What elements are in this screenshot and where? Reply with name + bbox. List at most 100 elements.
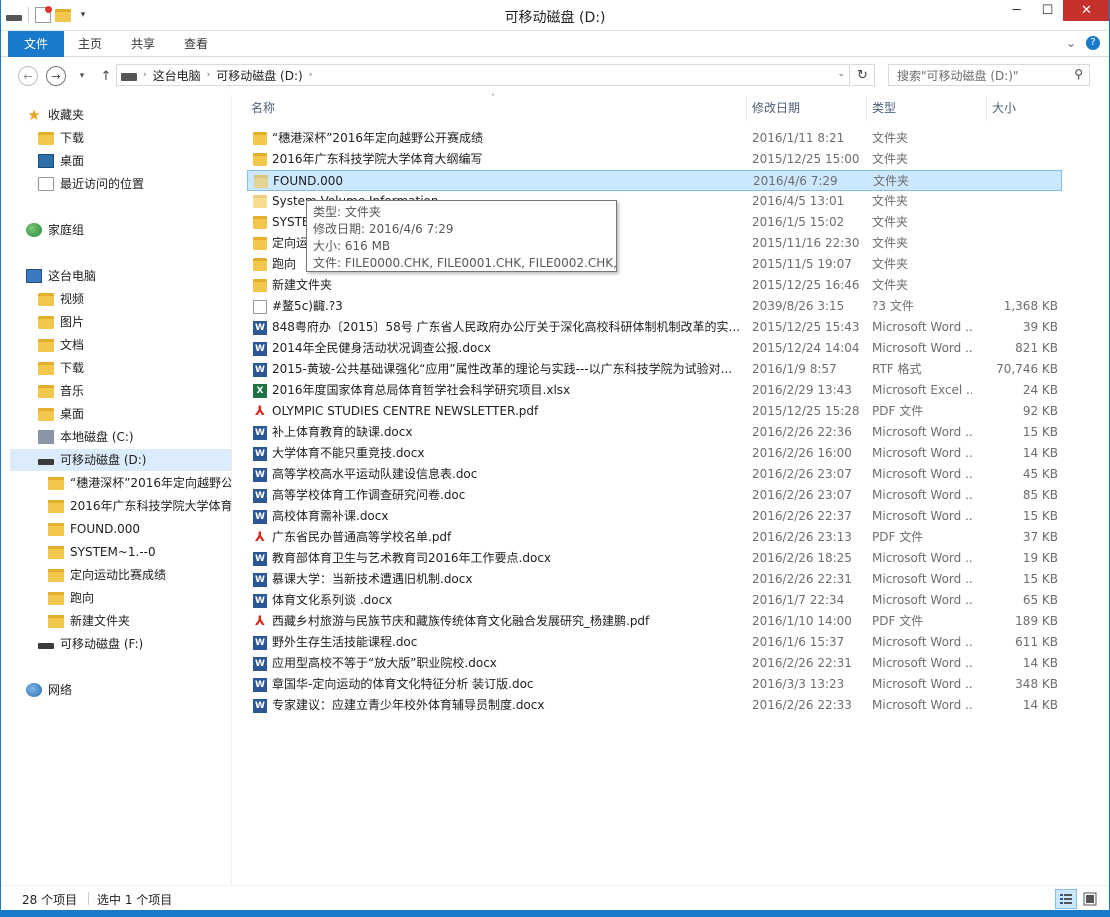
- status-bar: 28 个项目 选中 1 个项目: [0, 885, 1110, 910]
- up-button[interactable]: ↑: [96, 66, 116, 86]
- customize-qat-icon[interactable]: ▾: [75, 7, 91, 23]
- nav-pc-music[interactable]: 音乐: [38, 380, 84, 402]
- word-doc-icon: W: [253, 678, 267, 692]
- column-divider[interactable]: [866, 97, 867, 121]
- nav-pc-desktop[interactable]: 桌面: [38, 403, 84, 425]
- search-icon[interactable]: ⚲: [1074, 67, 1083, 81]
- tab-file[interactable]: 文件: [8, 31, 64, 57]
- file-row[interactable]: W 2015-黄玻-公共基础课强化“应用”属性改革的理论与实践---以广东科技学院…: [247, 359, 1062, 380]
- nav-d-child[interactable]: 定向运动比赛成绩: [48, 564, 231, 586]
- nav-d-child[interactable]: 跑向: [48, 587, 231, 609]
- nav-homegroup[interactable]: 家庭组: [26, 219, 84, 241]
- file-type: Microsoft Word ...: [872, 572, 972, 586]
- expand-ribbon-icon[interactable]: ⌄: [1066, 36, 1076, 50]
- file-row[interactable]: W 高等学校体育工作调查研究问卷.doc 2016/2/26 23:07 Micros…: [247, 485, 1062, 506]
- recent-locations-icon[interactable]: ▾: [72, 66, 92, 86]
- column-header-type[interactable]: 类型: [872, 95, 896, 121]
- nav-removable-d[interactable]: 可移动磁盘 (D:): [10, 449, 231, 471]
- properties-icon[interactable]: [35, 6, 52, 23]
- file-size: 15 KB: [1022, 572, 1058, 586]
- file-row[interactable]: ⅄ OLYMPIC STUDIES CENTRE NEWSLETTER.pdf 20…: [247, 401, 1062, 422]
- nav-d-child[interactable]: 2016年广东科技学院大学体育大纲编写: [48, 495, 231, 517]
- chevron-right-icon[interactable]: ›: [309, 70, 313, 80]
- tab-share[interactable]: 共享: [117, 31, 169, 57]
- file-row[interactable]: W 章国华-定向运动的体育文化特征分析 装订版.doc 2016/3/3 13:23…: [247, 674, 1062, 695]
- back-button[interactable]: ←: [18, 66, 38, 86]
- recent-places-icon: [38, 177, 54, 191]
- breadcrumb-this-pc[interactable]: 这台电脑: [147, 67, 207, 84]
- file-row[interactable]: W 补上体育教育的缺课.docx 2016/2/26 22:36 Microsoft …: [247, 422, 1062, 443]
- maximize-button[interactable]: ☐: [1032, 0, 1063, 21]
- forward-button[interactable]: →: [46, 66, 66, 86]
- nav-this-pc[interactable]: 这台电脑: [26, 265, 96, 287]
- homegroup-icon: [26, 223, 42, 237]
- nav-pc-downloads[interactable]: 下载: [38, 357, 84, 379]
- file-row[interactable]: “穗港深杯”2016年定向越野公开赛成绩 2016/1/11 8:21 文件夹: [247, 128, 1062, 149]
- file-name: 新建文件夹: [272, 278, 333, 292]
- file-row[interactable]: X 2016年度国家体育总局体育哲学社会科学研究项目.xlsx 2016/2/29 …: [247, 380, 1062, 401]
- column-divider[interactable]: [746, 97, 747, 121]
- file-row[interactable]: W 野外生存生活技能课程.doc 2016/1/6 15:37 Microsoft W…: [247, 632, 1062, 653]
- file-row[interactable]: W 应用型高校不等于“放大版”职业院校.docx 2016/2/26 22:31 Mi…: [247, 653, 1062, 674]
- file-row[interactable]: 2016年广东科技学院大学体育大纲编写 2015/12/25 15:00 文件夹: [247, 149, 1062, 170]
- column-header-size[interactable]: 大小: [992, 95, 1016, 121]
- nav-d-child[interactable]: SYSTEM~1.--0: [48, 541, 231, 563]
- file-row[interactable]: ⅄ 西藏乡村旅游与民族节庆和藏族传统体育文化融合发展研究_杨建鹏.pdf 2016/…: [247, 611, 1062, 632]
- nav-removable-f[interactable]: 可移动磁盘 (F:): [38, 633, 143, 655]
- file-row[interactable]: 新建文件夹 2015/12/25 16:46 文件夹: [247, 275, 1062, 296]
- refresh-button[interactable]: ↻: [851, 64, 875, 86]
- file-size: 24 KB: [1022, 383, 1058, 397]
- nav-d-child[interactable]: 新建文件夹: [48, 610, 231, 632]
- address-bar[interactable]: › 这台电脑 › 可移动磁盘 (D:) › ⌄: [116, 64, 850, 86]
- column-header-name[interactable]: 名称: [251, 95, 275, 121]
- nav-fav-downloads[interactable]: 下载: [38, 127, 84, 149]
- column-header-date[interactable]: 修改日期: [752, 95, 800, 121]
- nav-d-child[interactable]: FOUND.000: [48, 518, 231, 540]
- file-row[interactable]: W 高校体育需补课.docx 2016/2/26 22:37 Microsoft Wo…: [247, 506, 1062, 527]
- search-input[interactable]: 搜索"可移动磁盘 (D:)" ⚲: [888, 64, 1090, 86]
- file-size: 65 KB: [1022, 593, 1058, 607]
- nav-pc-documents[interactable]: 文档: [38, 334, 84, 356]
- file-row[interactable]: ⅄ 广东省民办普通高等学校名单.pdf 2016/2/26 23:13 PDF 文件 3…: [247, 527, 1062, 548]
- nav-network[interactable]: 网络: [26, 679, 72, 701]
- new-folder-icon[interactable]: [55, 8, 71, 22]
- file-row[interactable]: W 高等学校高水平运动队建设信息表.doc 2016/2/26 23:07 Micro…: [247, 464, 1062, 485]
- file-type: Microsoft Word ...: [872, 509, 972, 523]
- nav-local-c[interactable]: 本地磁盘 (C:): [38, 426, 134, 448]
- desktop-icon: [38, 154, 54, 168]
- file-row-selected[interactable]: FOUND.000 2016/4/6 7:29 文件夹: [247, 170, 1062, 191]
- file-date: 2015/12/25 16:46: [752, 278, 860, 292]
- file-row[interactable]: #鳌5c)齱.?3 2039/8/26 3:15 ?3 文件 1,368 KB: [247, 296, 1062, 317]
- close-button[interactable]: ✕: [1063, 0, 1110, 21]
- details-view-button[interactable]: [1055, 889, 1077, 909]
- file-row[interactable]: W 体育文化系列谈 .docx 2016/1/7 22:34 Microsoft Wo…: [247, 590, 1062, 611]
- file-date: 2016/2/26 16:00: [752, 446, 852, 460]
- file-name: 体育文化系列谈 .docx: [272, 593, 393, 607]
- file-row[interactable]: W 848粤府办〔2015〕58号 广东省人民政府办公厅关于深化高校科研体制机制改…: [247, 317, 1062, 338]
- tab-view[interactable]: 查看: [171, 31, 221, 57]
- minimize-button[interactable]: ─: [1001, 0, 1032, 21]
- nav-pc-videos[interactable]: 视频: [38, 288, 84, 310]
- tab-home[interactable]: 主页: [66, 31, 114, 57]
- nav-d-child[interactable]: “穗港深杯”2016年定向越野公开赛成绩: [48, 472, 231, 494]
- file-row[interactable]: W 教育部体育卫生与艺术教育司2016年工作要点.docx 2016/2/26 18…: [247, 548, 1062, 569]
- nav-favorites[interactable]: ★ 收藏夹: [26, 104, 84, 126]
- file-row[interactable]: W 大学体育不能只重竞技.docx 2016/2/26 16:00 Microsoft…: [247, 443, 1062, 464]
- large-icons-view-button[interactable]: [1079, 889, 1101, 909]
- column-divider[interactable]: [986, 97, 987, 121]
- nav-label: 视频: [60, 292, 85, 306]
- nav-fav-recent[interactable]: 最近访问的位置: [38, 173, 144, 195]
- help-icon[interactable]: ?: [1086, 36, 1100, 50]
- breadcrumb-drive-d[interactable]: 可移动磁盘 (D:): [210, 67, 308, 84]
- file-row[interactable]: W 2014年全民健身活动状况调查公报.docx 2015/12/24 14:04 M…: [247, 338, 1062, 359]
- drive-icon[interactable]: [6, 15, 22, 21]
- nav-pc-pictures[interactable]: 图片: [38, 311, 84, 333]
- chevron-down-icon[interactable]: ⌄: [837, 69, 845, 79]
- nav-label: “穗港深杯”2016年定向越野公开赛成绩: [70, 476, 231, 490]
- file-row[interactable]: W 慕课大学：当新技术遭遇旧机制.docx 2016/2/26 22:31 Micro…: [247, 569, 1062, 590]
- nav-fav-desktop[interactable]: 桌面: [38, 150, 84, 172]
- file-name: OLYMPIC STUDIES CENTRE NEWSLETTER.pdf: [272, 404, 539, 418]
- file-row[interactable]: W 专家建议：应建立青少年校外体育辅导员制度.docx 2016/2/26 22:3…: [247, 695, 1062, 716]
- computer-icon: [26, 269, 42, 283]
- file-date: 2016/1/11 8:21: [752, 131, 845, 145]
